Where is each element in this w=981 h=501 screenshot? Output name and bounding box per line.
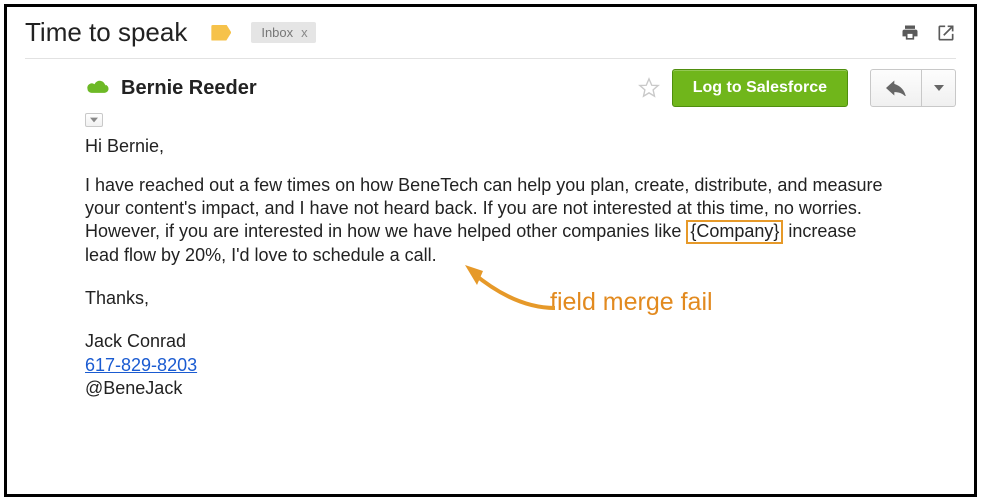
greeting-line: Hi Bernie,: [85, 135, 885, 158]
thanks-line: Thanks,: [85, 287, 885, 310]
main-paragraph: I have reached out a few times on how Be…: [85, 174, 885, 267]
star-icon[interactable]: [638, 76, 662, 100]
more-actions-button[interactable]: [922, 69, 956, 107]
folder-label-icon[interactable]: [211, 25, 231, 41]
reply-button-group: [870, 69, 956, 107]
email-window: Time to speak Inbox x Bernie Reeder Log …: [4, 4, 977, 497]
sender-row: Bernie Reeder Log to Salesforce: [85, 69, 956, 107]
print-icon[interactable]: [900, 23, 920, 43]
signature-name: Jack Conrad: [85, 330, 885, 354]
email-subject: Time to speak: [25, 17, 187, 48]
email-body: Hi Bernie, I have reached out a few time…: [85, 135, 885, 401]
show-details-toggle[interactable]: [85, 113, 103, 127]
inbox-label-text: Inbox: [261, 25, 293, 40]
merge-field-token: {Company}: [686, 220, 783, 244]
sender-presence-icon: [85, 79, 111, 97]
message-area: Bernie Reeder Log to Salesforce Hi Berni…: [25, 69, 956, 401]
log-to-salesforce-button[interactable]: Log to Salesforce: [672, 69, 848, 107]
signature-handle: @BeneJack: [85, 377, 885, 401]
remove-label-icon[interactable]: x: [301, 25, 308, 40]
inbox-label-chip[interactable]: Inbox x: [251, 22, 315, 43]
open-new-window-icon[interactable]: [936, 23, 956, 43]
signature-block: Jack Conrad 617-829-8203 @BeneJack: [85, 330, 885, 401]
email-header: Time to speak Inbox x: [25, 17, 956, 59]
signature-phone-link[interactable]: 617-829-8203: [85, 355, 197, 375]
sender-name: Bernie Reeder: [121, 77, 257, 100]
reply-button[interactable]: [870, 69, 922, 107]
